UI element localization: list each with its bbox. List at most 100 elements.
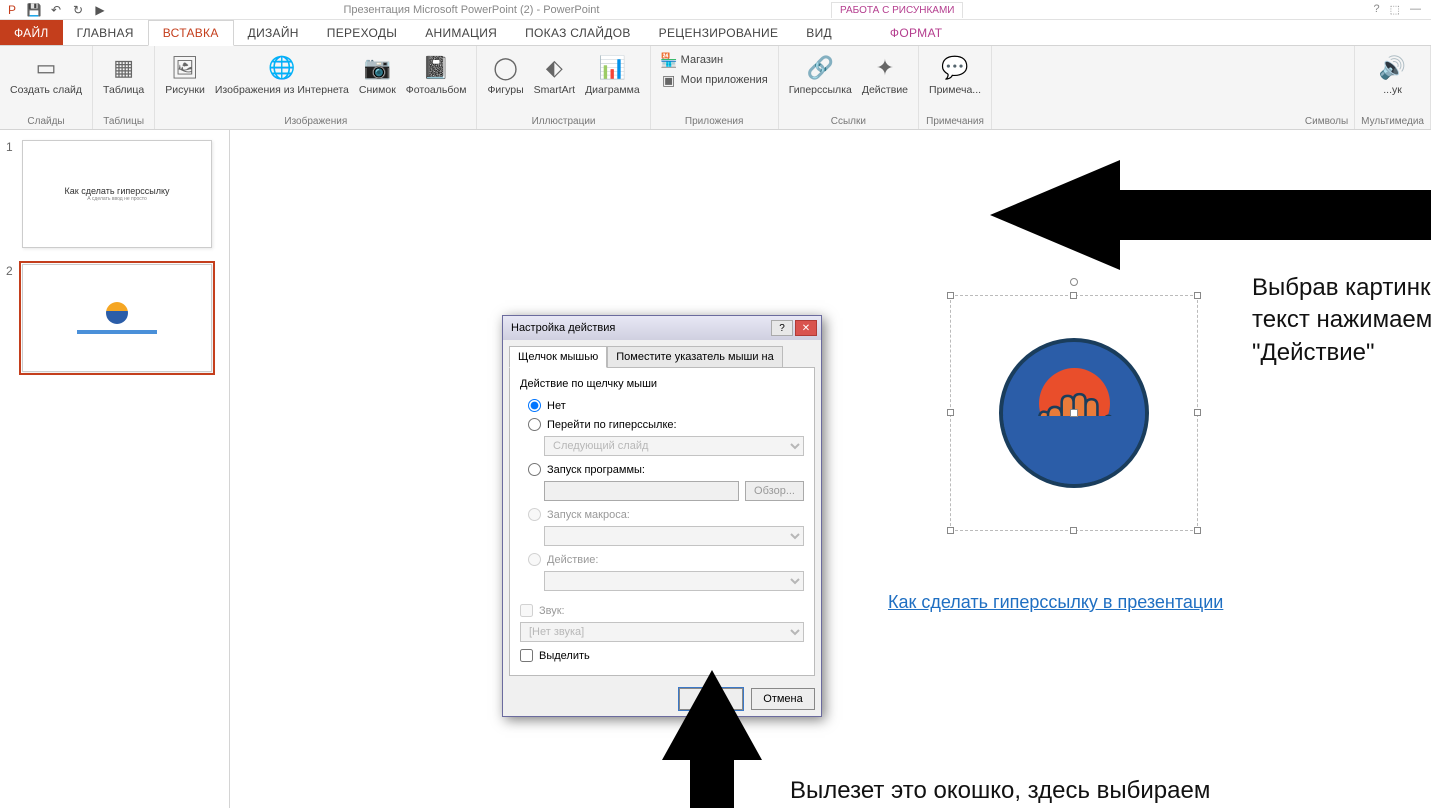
radio-object-action[interactable]: Действие: — [520, 550, 804, 569]
checkbox-highlight-input[interactable] — [520, 649, 533, 662]
checkbox-sound-input[interactable] — [520, 604, 533, 617]
save-icon[interactable]: 💾 — [26, 2, 42, 18]
slide-hyperlink-text[interactable]: Как сделать гиперссылку в презентации — [888, 592, 1223, 613]
comment-icon: 💬 — [939, 52, 971, 84]
radio-hyperlink-input[interactable] — [528, 418, 541, 431]
macro-select[interactable] — [544, 526, 804, 546]
start-slideshow-icon[interactable]: ▶ — [92, 2, 108, 18]
new-slide-icon: ▭ — [30, 52, 62, 84]
dialog-body: Действие по щелчку мыши Нет Перейти по г… — [509, 367, 815, 676]
tab-transitions[interactable]: ПЕРЕХОДЫ — [313, 20, 411, 45]
resize-handle[interactable] — [1194, 292, 1201, 299]
resize-handle[interactable] — [947, 527, 954, 534]
radio-object-action-input[interactable] — [528, 553, 541, 566]
tab-view[interactable]: ВИД — [792, 20, 846, 45]
action-settings-dialog: Настройка действия ? ✕ Щелчок мышью Поме… — [502, 315, 822, 717]
group-links: 🔗Гиперссылка ✦Действие Ссылки — [779, 46, 919, 129]
group-label: Изображения — [284, 114, 347, 127]
dialog-title: Настройка действия — [511, 322, 615, 334]
dialog-section-title: Действие по щелчку мыши — [520, 378, 804, 390]
object-action-select[interactable] — [544, 571, 804, 591]
thumbnail-number: 1 — [6, 140, 18, 154]
resize-handle[interactable] — [1194, 527, 1201, 534]
resize-handle[interactable] — [947, 409, 954, 416]
thumbnail-number: 2 — [6, 264, 18, 278]
tab-design[interactable]: ДИЗАЙН — [234, 20, 313, 45]
radio-hyperlink[interactable]: Перейти по гиперссылке: — [520, 415, 804, 434]
smartart-button[interactable]: ⬖SmartArt — [530, 50, 579, 98]
shapes-button[interactable]: ◯Фигуры — [483, 50, 527, 98]
apps-icon: ▣ — [661, 72, 677, 88]
radio-run-macro[interactable]: Запуск макроса: — [520, 505, 804, 524]
radio-none-input[interactable] — [528, 399, 541, 412]
tab-slideshow[interactable]: ПОКАЗ СЛАЙДОВ — [511, 20, 645, 45]
browse-button[interactable]: Обзор... — [745, 481, 804, 501]
dialog-titlebar[interactable]: Настройка действия ? ✕ — [503, 316, 821, 340]
dialog-close-icon[interactable]: ✕ — [795, 320, 817, 336]
radio-run-program-input[interactable] — [528, 463, 541, 476]
online-pictures-button[interactable]: 🌐Изображения из Интернета — [211, 50, 353, 98]
radio-run-macro-input[interactable] — [528, 508, 541, 521]
program-path-input[interactable] — [544, 481, 739, 501]
tab-format[interactable]: ФОРМАТ — [876, 20, 957, 45]
slide-thumbnails-panel[interactable]: 1 Как сделать гиперссылку А сделать ввод… — [0, 130, 230, 808]
sound-select[interactable]: [Нет звука] — [520, 622, 804, 642]
window-buttons: ? ⬚ — — [1363, 3, 1431, 16]
radio-run-program[interactable]: Запуск программы: — [520, 460, 804, 479]
sound-combo: [Нет звука] — [520, 622, 804, 642]
undo-icon[interactable]: ↶ — [48, 2, 64, 18]
hyperlink-select[interactable]: Следующий слайд — [544, 436, 804, 456]
table-button[interactable]: ▦Таблица — [99, 50, 148, 98]
checkbox-sound[interactable]: Звук: — [520, 601, 804, 620]
chart-button[interactable]: 📊Диаграмма — [581, 50, 644, 98]
tab-review[interactable]: РЕЦЕНЗИРОВАНИЕ — [645, 20, 793, 45]
thumbnail-row[interactable]: 2 — [6, 264, 223, 372]
resize-handle[interactable] — [1070, 292, 1077, 299]
group-label: Таблицы — [103, 114, 144, 127]
radio-none[interactable]: Нет — [520, 396, 804, 415]
rotate-handle[interactable] — [1070, 278, 1078, 286]
resize-handle[interactable] — [1194, 409, 1201, 416]
slide-thumbnail-2[interactable] — [22, 264, 212, 372]
dialog-help-icon[interactable]: ? — [771, 320, 793, 336]
new-slide-button[interactable]: ▭Создать слайд — [6, 50, 86, 98]
group-illustrations: ◯Фигуры ⬖SmartArt 📊Диаграмма Иллюстрации — [477, 46, 650, 129]
title-bar: P 💾 ↶ ↻ ▶ Презентация Microsoft PowerPoi… — [0, 0, 1431, 20]
action-button[interactable]: ✦Действие — [858, 50, 912, 98]
hyperlink-combo[interactable]: Следующий слайд — [544, 436, 804, 456]
dialog-tab-click[interactable]: Щелчок мышью — [509, 346, 607, 368]
minimize-icon[interactable]: — — [1410, 3, 1421, 16]
tab-animations[interactable]: АНИМАЦИЯ — [411, 20, 511, 45]
picture-icon: 🖼 — [169, 52, 201, 84]
dialog-tab-hover[interactable]: Поместите указатель мыши на — [607, 346, 783, 368]
comment-button[interactable]: 💬Примеча... — [925, 50, 985, 98]
album-icon: 📓 — [420, 52, 452, 84]
redo-icon[interactable]: ↻ — [70, 2, 86, 18]
help-icon[interactable]: ? — [1373, 3, 1379, 16]
tab-home[interactable]: ГЛАВНАЯ — [63, 20, 148, 45]
store-button[interactable]: 🏪Магазин — [657, 50, 772, 70]
checkbox-highlight[interactable]: Выделить — [520, 646, 804, 665]
thumb-title: Как сделать гиперссылку — [65, 186, 170, 196]
tab-file[interactable]: ФАЙЛ — [0, 20, 63, 45]
group-media: 🔊...ук Мультимедиа — [1355, 46, 1431, 129]
my-apps-button[interactable]: ▣Мои приложения — [657, 70, 772, 90]
window-title: Презентация Microsoft PowerPoint (2) - P… — [112, 4, 831, 16]
slide-thumbnail-1[interactable]: Как сделать гиперссылку А сделать ввод н… — [22, 140, 212, 248]
resize-handle[interactable] — [1070, 527, 1077, 534]
pictures-button[interactable]: 🖼Рисунки — [161, 50, 209, 98]
tab-insert[interactable]: ВСТАВКА — [148, 20, 234, 46]
selected-picture[interactable] — [950, 295, 1198, 531]
thumb-link-line — [77, 330, 157, 334]
thumbnail-row[interactable]: 1 Как сделать гиперссылку А сделать ввод… — [6, 140, 223, 248]
resize-handle[interactable] — [947, 292, 954, 299]
annotation-arrow-left-icon — [990, 160, 1431, 270]
slide-canvas[interactable]: Как сделать гиперссылку в презентации На… — [230, 130, 1431, 808]
photo-album-button[interactable]: 📓Фотоальбом — [402, 50, 471, 98]
audio-button[interactable]: 🔊...ук — [1371, 50, 1415, 98]
screenshot-button[interactable]: 📷Снимок — [355, 50, 400, 98]
group-label: Символы — [1305, 114, 1348, 127]
ribbon-toggle-icon[interactable]: ⬚ — [1390, 3, 1400, 16]
hyperlink-button[interactable]: 🔗Гиперссылка — [785, 50, 856, 98]
table-icon: ▦ — [108, 52, 140, 84]
